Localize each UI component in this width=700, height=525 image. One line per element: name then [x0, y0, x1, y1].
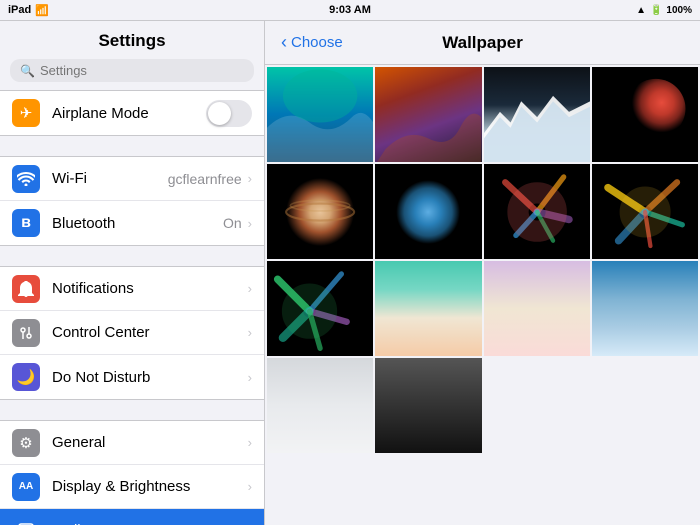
wallpaper-item-7[interactable] [484, 164, 590, 259]
settings-group-1: ✈ Airplane Mode [0, 90, 264, 136]
back-chevron-icon: ‹ [281, 32, 287, 53]
display-label: Display & Brightness [52, 478, 248, 495]
donotdisturb-icon: 🌙 [12, 363, 40, 391]
controlcenter-icon [12, 319, 40, 347]
sidebar-item-airplane[interactable]: ✈ Airplane Mode [0, 91, 264, 135]
donotdisturb-label: Do Not Disturb [52, 369, 248, 386]
back-label: Choose [291, 34, 343, 51]
donotdisturb-chevron: › [248, 370, 252, 385]
wallpaper-grid [265, 65, 700, 525]
settings-group-2: Wi-Fi gcflearnfree › ʙ Bluetooth On › [0, 156, 264, 246]
wifi-settings-icon [12, 165, 40, 193]
panel-title: Wallpaper [442, 33, 523, 53]
notifications-icon [12, 275, 40, 303]
wallpaper-item-4[interactable] [592, 67, 698, 162]
controlcenter-chevron: › [248, 325, 252, 340]
battery-label: 100% [666, 5, 692, 16]
general-label: General [52, 434, 248, 451]
airplane-icon: ✈ [12, 99, 40, 127]
battery-icon: 🔋 [650, 5, 662, 16]
wallpaper-item-1[interactable] [267, 67, 373, 162]
sidebar-item-wifi[interactable]: Wi-Fi gcflearnfree › [0, 157, 264, 201]
time-display: 9:03 AM [329, 4, 371, 16]
search-icon: 🔍 [20, 64, 35, 78]
sidebar-item-controlcenter[interactable]: Control Center › [0, 311, 264, 355]
sidebar-item-bluetooth[interactable]: ʙ Bluetooth On › [0, 201, 264, 245]
sidebar-item-general[interactable]: ⚙ General › [0, 421, 264, 465]
wifi-chevron: › [248, 171, 252, 186]
wifi-label: Wi-Fi [52, 170, 168, 187]
wallpaper-item-6[interactable] [375, 164, 481, 259]
wallpaper-item-9[interactable] [267, 261, 373, 356]
wallpaper-item-13[interactable] [267, 358, 373, 453]
wifi-value: gcflearnfree [168, 171, 242, 187]
notifications-chevron: › [248, 281, 252, 296]
wallpaper-item-8[interactable] [592, 164, 698, 259]
wallpaper-item-10[interactable] [375, 261, 481, 356]
settings-group-3: Notifications › Control Center › 🌙 Do No… [0, 266, 264, 400]
airplane-toggle[interactable] [206, 100, 252, 127]
settings-group-4: ⚙ General › AA Display & Brightness › Wa… [0, 420, 264, 525]
airplane-label: Airplane Mode [52, 105, 206, 122]
bluetooth-value: On [223, 215, 242, 231]
controlcenter-label: Control Center [52, 324, 248, 341]
sidebar-item-wallpaper[interactable]: Wallpaper › [0, 509, 264, 525]
general-chevron: › [248, 435, 252, 450]
display-chevron: › [248, 479, 252, 494]
wallpaper-item-14[interactable] [375, 358, 481, 453]
back-button[interactable]: ‹ Choose [281, 32, 343, 53]
right-panel: ‹ Choose Wallpaper [265, 21, 700, 525]
panel-header: ‹ Choose Wallpaper [265, 21, 700, 65]
sidebar-item-notifications[interactable]: Notifications › [0, 267, 264, 311]
wallpaper-item-12[interactable] [592, 261, 698, 356]
wallpaper-icon [12, 517, 40, 525]
bluetooth-icon: ʙ [12, 209, 40, 237]
wallpaper-item-3[interactable] [484, 67, 590, 162]
signal-icon: ▲ [636, 5, 646, 16]
notifications-label: Notifications [52, 280, 248, 297]
wallpaper-item-2[interactable] [375, 67, 481, 162]
search-bar[interactable]: 🔍 [10, 59, 254, 82]
bluetooth-chevron: › [248, 216, 252, 231]
general-icon: ⚙ [12, 429, 40, 457]
search-input[interactable] [40, 63, 244, 78]
wallpaper-item-11[interactable] [484, 261, 590, 356]
display-icon: AA [12, 473, 40, 501]
status-bar: iPad 📶 9:03 AM ▲ 🔋 100% [0, 0, 700, 20]
sidebar: Settings 🔍 ✈ Airplane Mode [0, 21, 265, 525]
bluetooth-label: Bluetooth [52, 215, 223, 232]
sidebar-item-display[interactable]: AA Display & Brightness › [0, 465, 264, 509]
wallpaper-item-5[interactable] [267, 164, 373, 259]
sidebar-item-donotdisturb[interactable]: 🌙 Do Not Disturb › [0, 355, 264, 399]
sidebar-title: Settings [0, 21, 264, 59]
wifi-icon: 📶 [35, 4, 49, 17]
ipad-label: iPad [8, 4, 31, 16]
